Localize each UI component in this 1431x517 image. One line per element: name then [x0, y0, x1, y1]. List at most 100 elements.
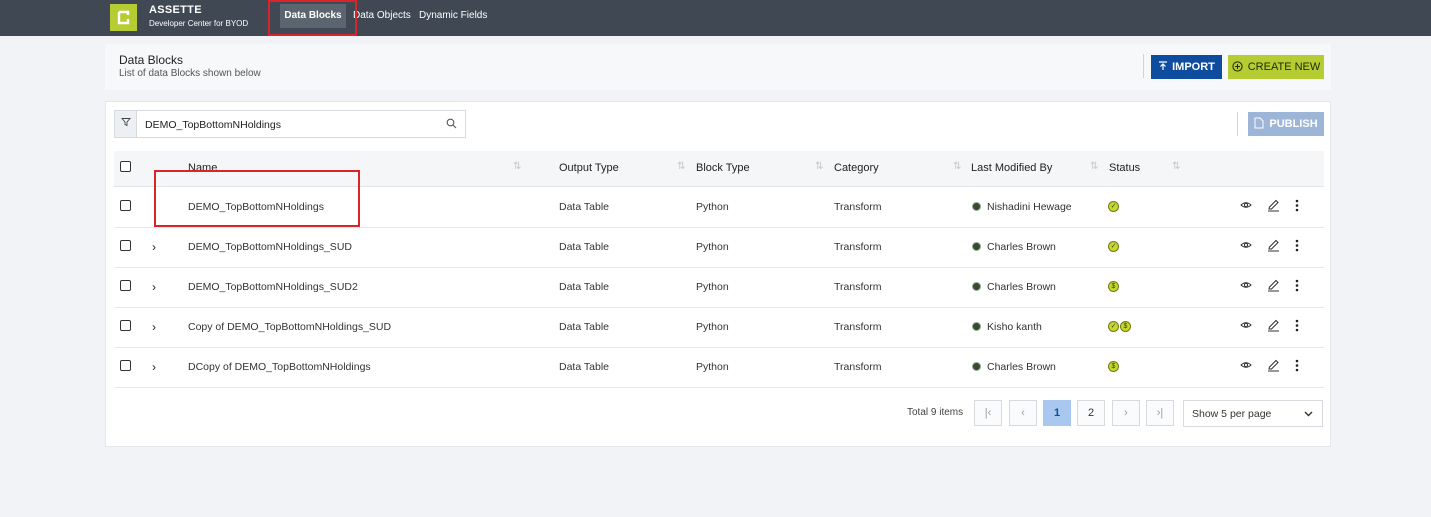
page-title: Data Blocks [119, 53, 184, 67]
more-options-icon[interactable] [1295, 239, 1299, 252]
app-name: ASSETTE [149, 4, 202, 16]
per-page-select[interactable]: Show 5 per page [1183, 400, 1323, 427]
modified-by-name: Nishadini Hewage [987, 201, 1072, 213]
more-options-icon[interactable] [1295, 359, 1299, 372]
cell-block-type: Python [696, 321, 729, 333]
row-checkbox[interactable] [120, 240, 131, 251]
search-icon[interactable] [446, 118, 457, 129]
row-actions [1240, 239, 1310, 257]
row-checkbox[interactable] [120, 200, 131, 211]
table-row[interactable]: › DCopy of DEMO_TopBottomNHoldings Data Ta… [114, 348, 1324, 388]
edit-icon[interactable] [1267, 239, 1280, 252]
next-page-button[interactable]: › [1112, 400, 1140, 426]
filter-button[interactable] [115, 111, 137, 137]
edit-icon[interactable] [1267, 199, 1280, 212]
column-header-block-type[interactable]: Block Type [696, 162, 750, 174]
expand-chevron-icon[interactable]: › [152, 360, 156, 374]
sort-icon[interactable]: ⇅ [1172, 161, 1180, 172]
page-subtitle: List of data Blocks shown below [119, 68, 261, 79]
nav-data-blocks[interactable]: Data Blocks [280, 4, 346, 28]
publish-button[interactable]: PUBLISH [1248, 112, 1324, 136]
page-2-button[interactable]: 2 [1077, 400, 1105, 426]
status-indicators: ✓ [1108, 239, 1120, 252]
status-indicators: $ [1108, 279, 1120, 292]
column-header-category[interactable]: Category [834, 162, 879, 174]
row-checkbox[interactable] [120, 360, 131, 371]
sort-icon[interactable]: ⇅ [677, 161, 685, 172]
avatar [972, 322, 981, 331]
avatar [972, 362, 981, 371]
filter-icon [120, 118, 131, 127]
last-page-button[interactable]: ›| [1146, 400, 1174, 426]
more-options-icon[interactable] [1295, 199, 1299, 212]
status-published-icon: ✓ [1108, 321, 1119, 332]
select-all-checkbox[interactable] [120, 161, 131, 172]
sort-icon[interactable]: ⇅ [815, 161, 823, 172]
table-row[interactable]: DEMO_TopBottomNHoldings Data Table Python T… [114, 188, 1324, 228]
cell-category: Transform [834, 281, 882, 293]
sort-icon[interactable]: ⇅ [1090, 161, 1098, 172]
cell-name[interactable]: DEMO_TopBottomNHoldings [188, 201, 324, 213]
column-header-output-type[interactable]: Output Type [559, 162, 619, 174]
import-button[interactable]: IMPORT [1151, 55, 1222, 79]
row-checkbox[interactable] [120, 320, 131, 331]
column-header-status[interactable]: Status [1109, 162, 1140, 174]
page-1-button[interactable]: 1 [1043, 400, 1071, 426]
publish-label: PUBLISH [1269, 118, 1318, 130]
row-actions [1240, 359, 1310, 377]
view-icon[interactable] [1240, 199, 1252, 211]
expand-chevron-icon[interactable]: › [152, 280, 156, 294]
status-indicators: ✓ [1108, 199, 1120, 212]
divider [1237, 112, 1238, 136]
cell-last-modified: Nishadini Hewage [972, 201, 1072, 213]
cell-output-type: Data Table [559, 201, 610, 213]
data-blocks-panel: DEMO_TopBottomNHoldings PUBLISH Name ⇅ O… [105, 101, 1331, 447]
status-indicators: ✓ $ [1108, 319, 1132, 332]
row-actions [1240, 279, 1310, 297]
prev-page-button[interactable]: ‹ [1009, 400, 1037, 426]
top-bar: ASSETTE Developer Center for BYOD Data B… [0, 0, 1431, 36]
nav-dynamic-fields[interactable]: Dynamic Fields [419, 10, 487, 21]
view-icon[interactable] [1240, 359, 1252, 371]
edit-icon[interactable] [1267, 319, 1280, 332]
sort-icon[interactable]: ⇅ [953, 161, 961, 172]
cell-category: Transform [834, 321, 882, 333]
expand-chevron-icon[interactable]: › [152, 240, 156, 254]
search-input[interactable]: DEMO_TopBottomNHoldings [145, 119, 281, 131]
cell-category: Transform [834, 361, 882, 373]
cell-name[interactable]: Copy of DEMO_TopBottomNHoldings_SUD [188, 321, 391, 333]
sort-icon[interactable]: ⇅ [513, 161, 521, 172]
cell-name[interactable]: DCopy of DEMO_TopBottomNHoldings [188, 361, 371, 373]
column-header-name[interactable]: Name [188, 162, 217, 174]
row-checkbox[interactable] [120, 280, 131, 291]
avatar [972, 202, 981, 211]
view-icon[interactable] [1240, 279, 1252, 291]
edit-icon[interactable] [1267, 279, 1280, 292]
more-options-icon[interactable] [1295, 319, 1299, 332]
edit-icon[interactable] [1267, 359, 1280, 372]
cell-name[interactable]: DEMO_TopBottomNHoldings_SUD2 [188, 281, 358, 293]
create-new-button[interactable]: CREATE NEW [1228, 55, 1324, 79]
status-indicators: $ [1108, 359, 1120, 372]
cell-block-type: Python [696, 361, 729, 373]
cell-last-modified: Charles Brown [972, 241, 1056, 253]
create-new-label: CREATE NEW [1247, 61, 1321, 73]
table-row[interactable]: › DEMO_TopBottomNHoldings_SUD2 Data Table P… [114, 268, 1324, 308]
status-draft-icon: $ [1108, 281, 1119, 292]
view-icon[interactable] [1240, 319, 1252, 331]
view-icon[interactable] [1240, 239, 1252, 251]
column-header-last-modified[interactable]: Last Modified By [971, 162, 1052, 174]
first-page-button[interactable]: |‹ [974, 400, 1002, 426]
cell-name[interactable]: DEMO_TopBottomNHoldings_SUD [188, 241, 352, 253]
table-row[interactable]: › DEMO_TopBottomNHoldings_SUD Data Table Py… [114, 228, 1324, 268]
more-options-icon[interactable] [1295, 279, 1299, 292]
table-row[interactable]: › Copy of DEMO_TopBottomNHoldings_SUD Data… [114, 308, 1324, 348]
expand-chevron-icon[interactable]: › [152, 320, 156, 334]
chevron-down-icon [1304, 411, 1313, 417]
assette-logo[interactable] [110, 4, 137, 31]
status-draft-icon: $ [1108, 361, 1119, 372]
search-box[interactable]: DEMO_TopBottomNHoldings [114, 110, 466, 138]
divider [1143, 54, 1144, 78]
nav-data-objects[interactable]: Data Objects [353, 10, 411, 21]
cell-category: Transform [834, 241, 882, 253]
